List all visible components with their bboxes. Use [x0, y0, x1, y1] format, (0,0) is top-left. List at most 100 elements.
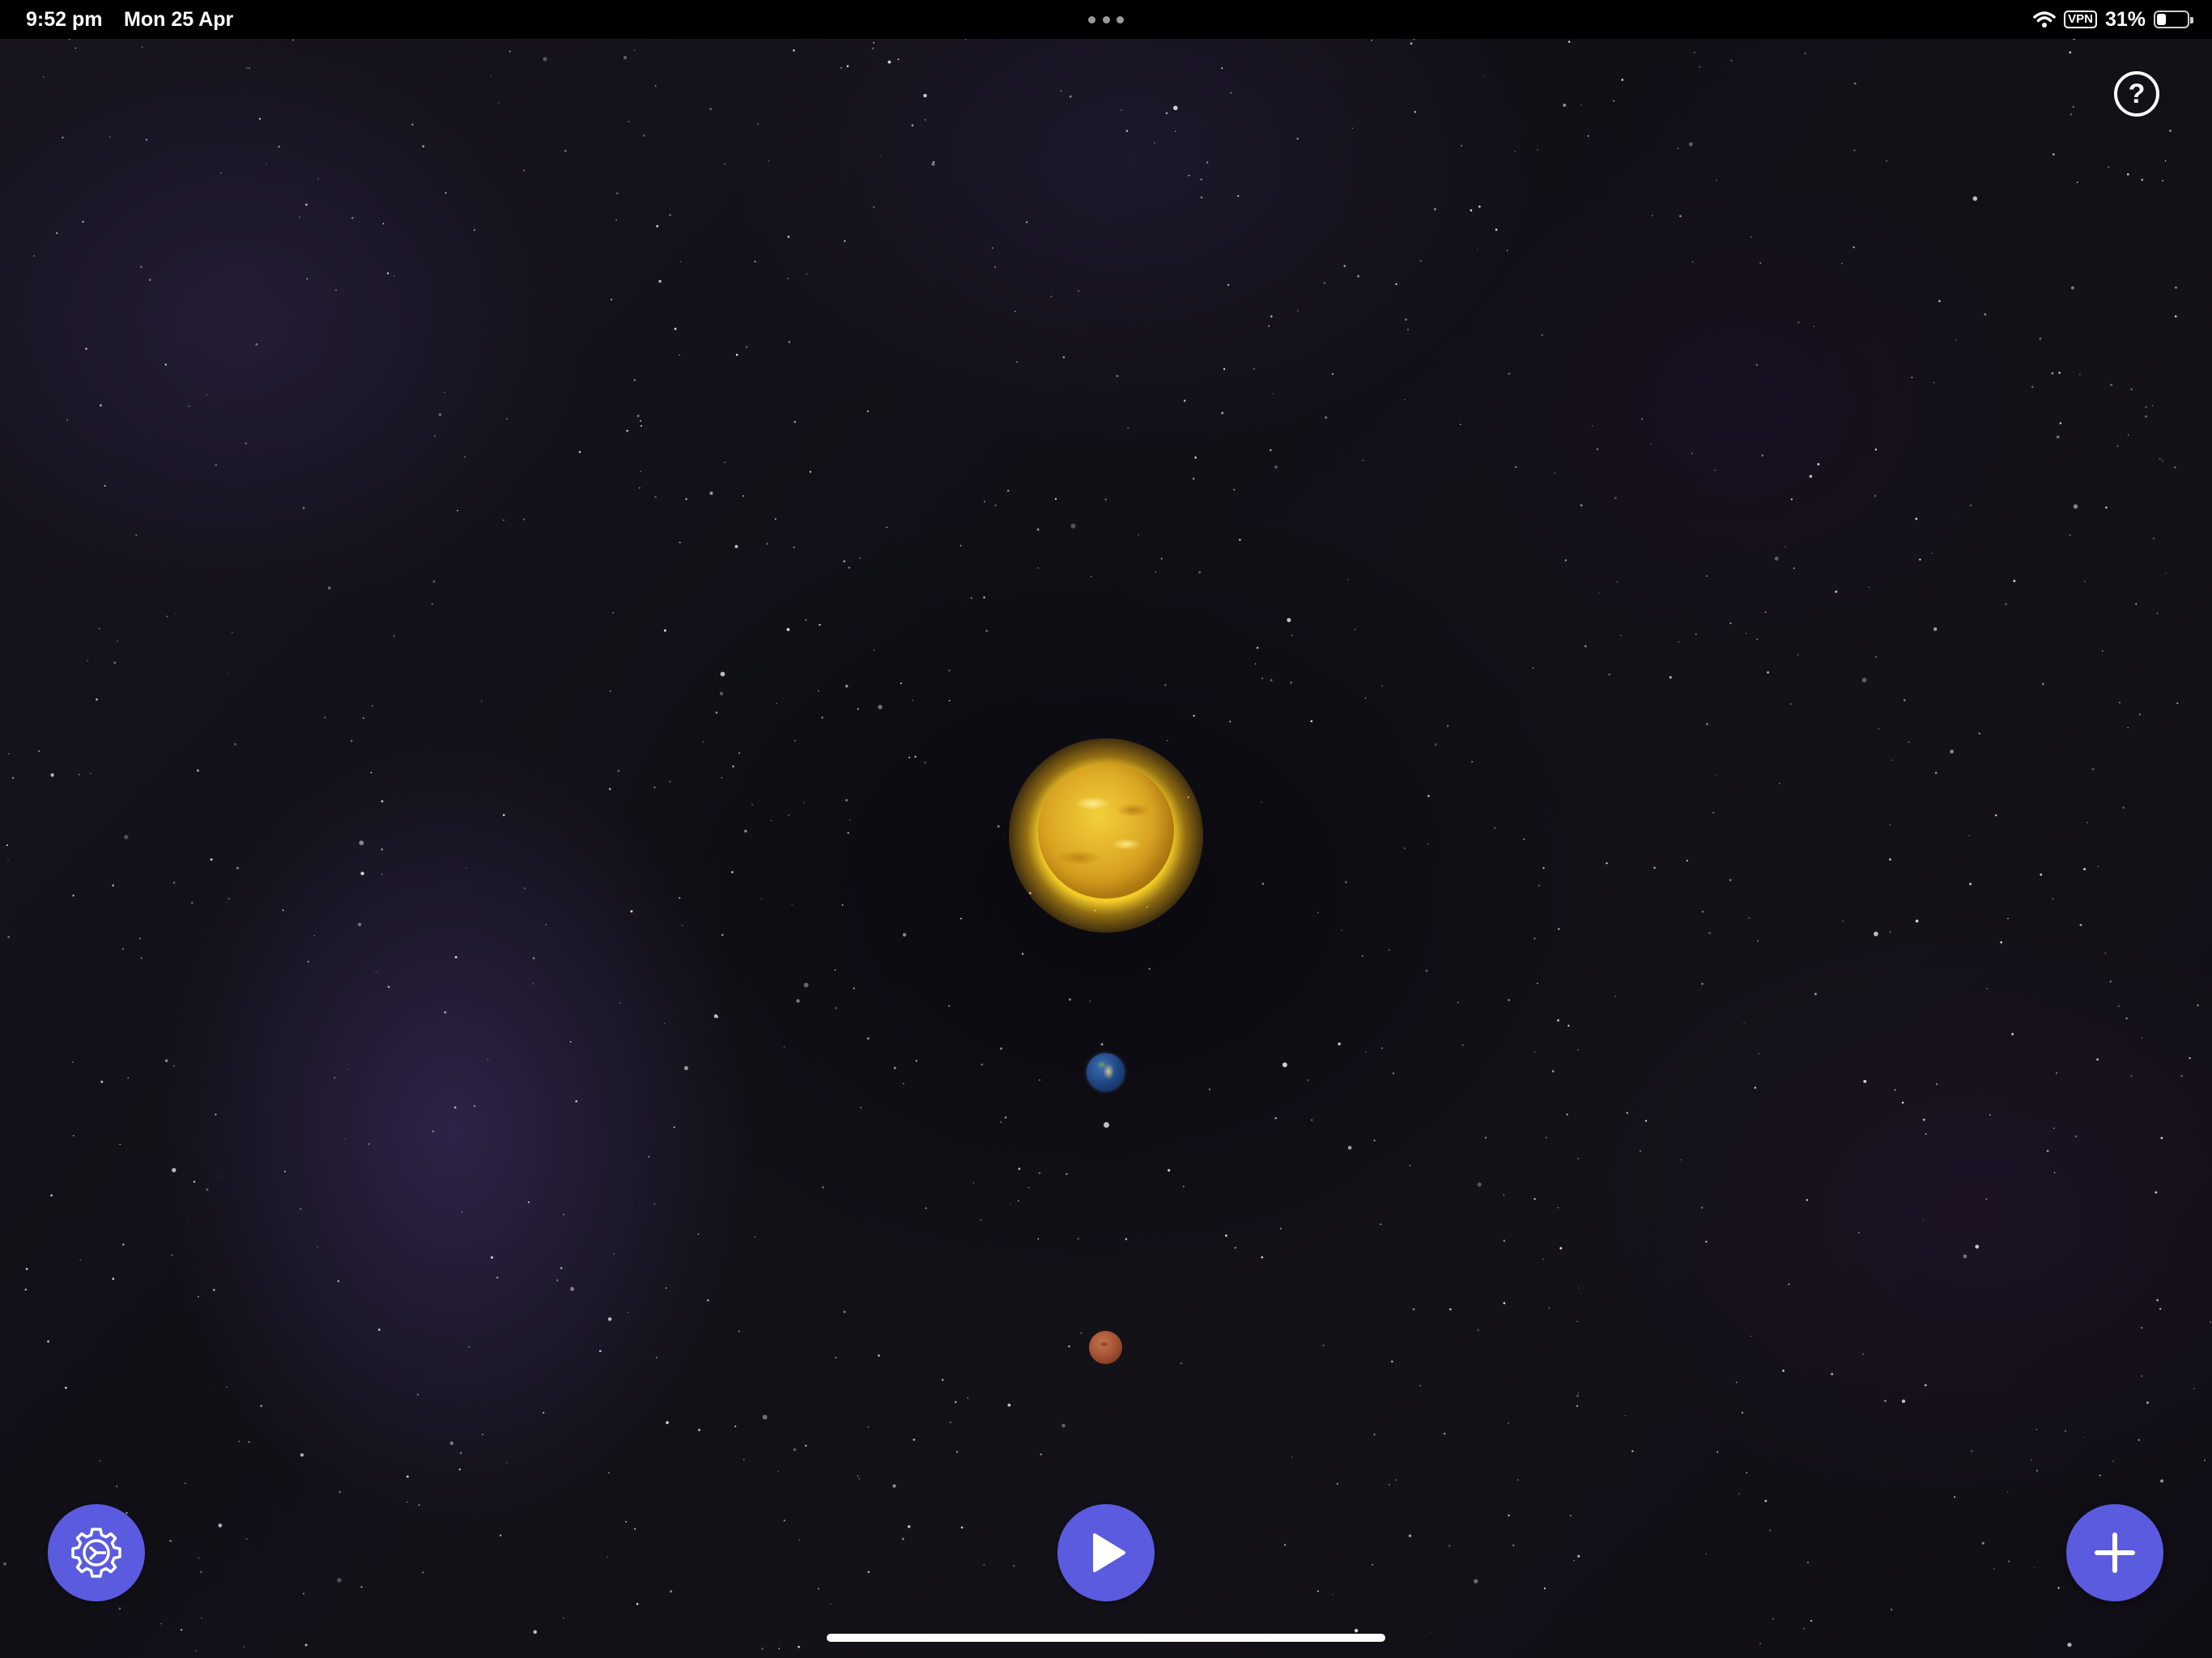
star [984, 500, 985, 503]
star [2006, 1491, 2009, 1494]
multitasking-dots-icon[interactable] [1088, 16, 1124, 24]
star [1494, 827, 1496, 830]
star [866, 1037, 870, 1040]
star [618, 770, 620, 772]
star [73, 1135, 74, 1137]
star [1078, 290, 1079, 292]
star [2057, 1587, 2060, 1589]
star [215, 1113, 217, 1116]
star [1584, 644, 1587, 648]
star [1577, 1392, 1580, 1393]
star [457, 509, 458, 512]
star [1206, 161, 1209, 164]
star [1508, 372, 1511, 375]
star [2162, 180, 2164, 182]
star [912, 1439, 916, 1441]
star [1534, 937, 1536, 940]
star [170, 1254, 173, 1256]
star [991, 247, 993, 249]
star [138, 937, 141, 939]
star [2053, 1127, 2055, 1129]
star [140, 266, 143, 268]
star [491, 1256, 494, 1259]
star [533, 1630, 538, 1634]
star [2055, 1072, 2058, 1074]
star [1669, 676, 1672, 679]
star [1714, 469, 1716, 471]
star [1568, 40, 1571, 43]
sun[interactable] [1038, 763, 1174, 899]
star [1620, 635, 1622, 636]
star [1701, 983, 1704, 985]
status-indicators: VPN 31% [2033, 6, 2193, 32]
star [2101, 650, 2104, 652]
star [1576, 1405, 1579, 1407]
star [761, 1647, 764, 1651]
star [2040, 873, 2043, 876]
star [212, 1288, 215, 1291]
star [793, 420, 797, 423]
star [1695, 633, 1697, 636]
star [433, 435, 436, 437]
star [145, 138, 148, 141]
star [648, 1155, 650, 1158]
star [327, 586, 331, 590]
star [1874, 495, 1877, 497]
help-button[interactable]: ? [2114, 71, 2159, 117]
star [907, 1525, 911, 1528]
star [2125, 1017, 2128, 1020]
star [1854, 82, 1857, 85]
star [1756, 940, 1759, 942]
star [386, 272, 389, 274]
star [1931, 552, 1933, 555]
star [1261, 882, 1265, 885]
planet-mars[interactable] [1089, 1331, 1122, 1364]
star [1901, 1101, 1904, 1104]
star [2156, 1299, 2159, 1302]
star [964, 39, 967, 40]
play-button[interactable] [1057, 1504, 1155, 1601]
star [1027, 1186, 1030, 1188]
star [1036, 528, 1040, 531]
star [2096, 1058, 2099, 1061]
star [1062, 356, 1066, 359]
star [2041, 682, 2044, 686]
home-indicator[interactable] [827, 1634, 1385, 1642]
star [100, 404, 102, 407]
star [180, 1629, 183, 1631]
star [1471, 760, 1474, 763]
star [508, 50, 511, 53]
star [1000, 1120, 1002, 1124]
star [857, 708, 859, 710]
star [360, 1586, 363, 1588]
star [1797, 654, 1799, 656]
star [2156, 612, 2159, 614]
star [866, 410, 869, 413]
planet-earth[interactable] [1087, 1053, 1125, 1091]
star [1803, 1627, 1805, 1630]
star [2128, 434, 2129, 436]
moon[interactable] [1104, 1122, 1109, 1128]
star [788, 341, 791, 343]
star [720, 671, 725, 677]
star [1166, 740, 1168, 742]
star [777, 1470, 780, 1473]
star [1200, 196, 1202, 198]
star [556, 1279, 559, 1282]
star [1857, 1231, 1860, 1234]
star [1537, 149, 1538, 151]
star [575, 1100, 578, 1103]
star [1270, 449, 1272, 452]
star [1291, 634, 1294, 636]
star [743, 1459, 745, 1460]
star [1853, 246, 1855, 249]
star [232, 631, 233, 634]
status-time: 9:52 pm [26, 8, 103, 31]
star [846, 65, 849, 67]
add-body-button[interactable] [2066, 1504, 2163, 1601]
star [42, 76, 45, 78]
star [1534, 1197, 1536, 1201]
simulator-canvas[interactable]: 9:52 pm Mon 25 Apr VPN 31% ? [0, 0, 2212, 1658]
star [1639, 1150, 1642, 1153]
settings-button[interactable] [48, 1504, 145, 1601]
